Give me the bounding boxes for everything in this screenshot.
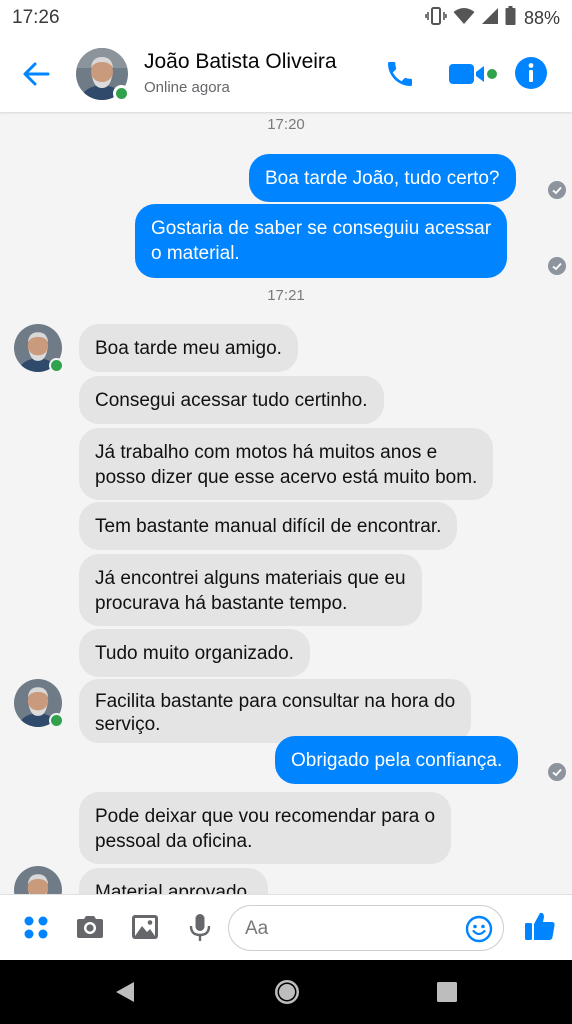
received-message[interactable]: Facilita bastante para consultar na hora… xyxy=(79,679,472,743)
composer-bar: Aa xyxy=(0,894,572,960)
message-text: Gostaria de saber se conseguiu acessar xyxy=(151,218,492,239)
seen-check-icon xyxy=(548,257,566,275)
message-text: Boa tarde meu amigo. xyxy=(95,338,282,359)
message-text: Facilita bastante para consultar na hora… xyxy=(95,691,456,712)
timestamp: 17:21 xyxy=(267,287,305,304)
microphone-icon[interactable] xyxy=(184,911,216,943)
phone-icon[interactable] xyxy=(384,58,416,90)
video-camera-icon[interactable] xyxy=(448,60,498,88)
conversation-header: João Batista Oliveira Online agora xyxy=(0,36,572,112)
message-text: Tudo muito organizado. xyxy=(95,643,294,664)
wifi-icon xyxy=(453,7,475,30)
status-icons: 88% xyxy=(425,6,560,30)
message-text: Material aprovado. xyxy=(95,882,253,894)
back-arrow-icon[interactable] xyxy=(20,58,54,90)
message-text: o material. xyxy=(151,243,240,264)
received-message[interactable]: Tem bastante manual difícil de encontrar… xyxy=(79,502,458,550)
message-text: posso dizer que esse acervo está muito b… xyxy=(95,467,478,488)
sent-message[interactable]: Gostaria de saber se conseguiu acessar o… xyxy=(135,204,508,278)
received-message[interactable]: Material aprovado. xyxy=(79,868,269,894)
received-message[interactable]: Já trabalho com motos há muitos anos e p… xyxy=(79,428,494,500)
emoji-icon[interactable] xyxy=(465,915,493,943)
image-icon[interactable] xyxy=(129,911,161,943)
avatar-photo xyxy=(14,866,62,894)
received-message[interactable]: Tudo muito organizado. xyxy=(79,629,310,677)
apps-grid-icon[interactable] xyxy=(20,911,52,943)
received-message[interactable]: Pode deixar que vou recomendar para o pe… xyxy=(79,792,452,864)
message-thread[interactable]: 17:20 Boa tarde João, tudo certo? Gostar… xyxy=(0,112,572,894)
message-text: Obrigado pela confiança. xyxy=(291,750,503,771)
message-text: Tem bastante manual difícil de encontrar… xyxy=(95,516,442,537)
message-text: Pode deixar que vou recomendar para o xyxy=(95,806,436,827)
message-text: Já encontrei alguns materiais que eu xyxy=(95,568,406,589)
contact-name[interactable]: João Batista Oliveira xyxy=(144,50,337,74)
received-message[interactable]: Consegui acessar tudo certinho. xyxy=(79,376,384,424)
message-text: pessoal da oficina. xyxy=(95,831,253,852)
online-indicator xyxy=(49,713,64,728)
message-text: serviço. xyxy=(95,714,161,735)
signal-icon xyxy=(481,7,499,30)
message-text: Consegui acessar tudo certinho. xyxy=(95,390,368,411)
seen-check-icon xyxy=(548,181,566,199)
nav-recents-icon[interactable] xyxy=(433,978,461,1006)
message-input[interactable]: Aa xyxy=(228,905,504,951)
received-message[interactable]: Boa tarde meu amigo. xyxy=(79,324,298,372)
vibrate-icon xyxy=(425,6,447,31)
camera-icon[interactable] xyxy=(74,911,106,943)
contact-avatar[interactable] xyxy=(14,679,64,728)
message-text: procurava há bastante tempo. xyxy=(95,593,348,614)
battery-percent: 88% xyxy=(523,7,560,28)
message-input-placeholder: Aa xyxy=(245,918,269,939)
contact-avatar[interactable] xyxy=(14,324,64,373)
nav-home-icon[interactable] xyxy=(272,977,302,1007)
info-icon[interactable] xyxy=(514,56,548,90)
online-indicator xyxy=(49,358,64,373)
sent-message[interactable]: Obrigado pela confiança. xyxy=(275,736,519,784)
battery-icon xyxy=(505,6,516,30)
message-text: Já trabalho com motos há muitos anos e xyxy=(95,442,438,463)
contact-avatar[interactable] xyxy=(14,866,62,894)
contact-status: Online agora xyxy=(144,79,230,96)
contact-avatar[interactable] xyxy=(76,48,130,102)
timestamp: 17:20 xyxy=(267,116,305,133)
system-nav-bar xyxy=(0,960,572,1024)
online-indicator xyxy=(113,85,130,102)
received-message[interactable]: Já encontrei alguns materiais que eu pro… xyxy=(79,554,422,626)
sent-message[interactable]: Boa tarde João, tudo certo? xyxy=(249,154,516,202)
nav-back-icon[interactable] xyxy=(112,978,140,1006)
status-time: 17:26 xyxy=(12,7,60,28)
thumbs-up-icon[interactable] xyxy=(523,909,555,941)
status-bar: 17:26 88% xyxy=(0,0,572,36)
seen-check-icon xyxy=(548,763,566,781)
message-text: Boa tarde João, tudo certo? xyxy=(265,168,500,189)
